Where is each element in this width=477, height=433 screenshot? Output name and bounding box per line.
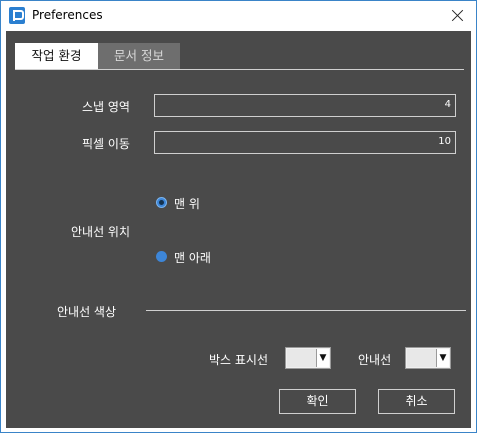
dialog-content: 작업 환경 문서 정보 스냅 영역 4 픽셀 이동 10 안내선 위치 맨 위 … bbox=[6, 31, 471, 428]
chevron-down-icon[interactable]: ▼ bbox=[316, 349, 329, 367]
section-divider bbox=[146, 310, 466, 311]
pixel-move-label: 픽셀 이동 bbox=[82, 137, 130, 151]
box-indicator-swatch bbox=[287, 349, 316, 367]
guideline-swatch bbox=[407, 349, 436, 367]
snap-area-input[interactable]: 4 bbox=[154, 94, 456, 117]
tab-document-info[interactable]: 문서 정보 bbox=[98, 43, 180, 69]
preferences-dialog: Preferences 작업 환경 문서 정보 스냅 영역 4 픽셀 이동 10… bbox=[0, 0, 477, 433]
pixel-move-input[interactable]: 10 bbox=[154, 131, 456, 154]
radio-bottom[interactable] bbox=[156, 251, 167, 262]
chevron-down-icon[interactable]: ▼ bbox=[436, 349, 449, 367]
radio-bottom-label[interactable]: 맨 아래 bbox=[174, 249, 211, 266]
snap-area-label: 스냅 영역 bbox=[82, 100, 130, 114]
guideline-color-picker[interactable]: ▼ bbox=[405, 347, 451, 369]
window-title: Preferences bbox=[32, 8, 103, 22]
title-bar: Preferences bbox=[1, 1, 476, 31]
tab-divider bbox=[15, 69, 464, 70]
box-indicator-label: 박스 표시선 bbox=[209, 353, 269, 367]
radio-top[interactable] bbox=[156, 197, 167, 208]
app-logo-icon bbox=[9, 7, 25, 24]
tab-work-environment[interactable]: 작업 환경 bbox=[15, 43, 98, 69]
guideline-label: 안내선 bbox=[358, 353, 392, 367]
close-icon[interactable] bbox=[444, 3, 472, 27]
cancel-button[interactable]: 취소 bbox=[378, 389, 455, 414]
box-indicator-color-picker[interactable]: ▼ bbox=[285, 347, 331, 369]
confirm-button[interactable]: 확인 bbox=[279, 389, 356, 414]
radio-top-label[interactable]: 맨 위 bbox=[174, 195, 200, 212]
guide-color-label: 안내선 색상 bbox=[57, 305, 117, 319]
guide-position-label: 안내선 위치 bbox=[71, 225, 131, 239]
